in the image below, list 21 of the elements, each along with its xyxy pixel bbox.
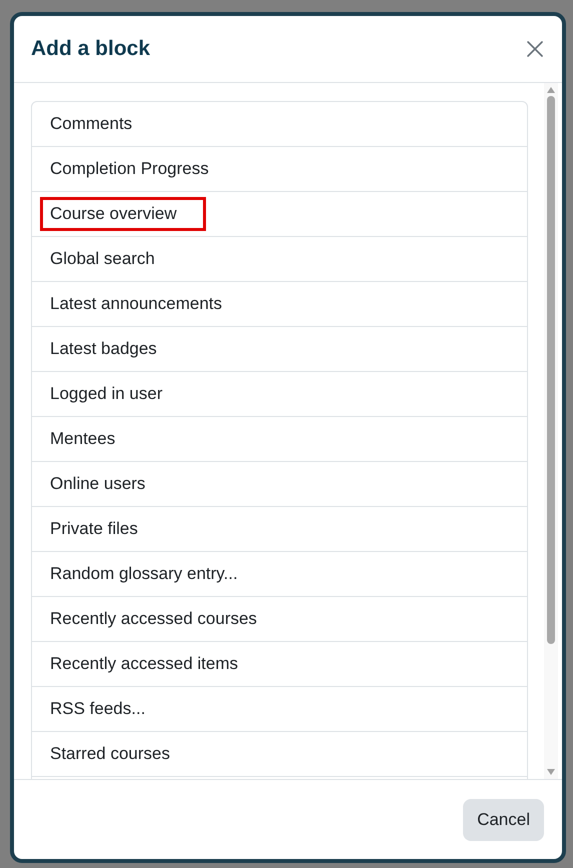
block-option[interactable]: Online users: [50, 471, 146, 497]
block-option[interactable]: Mentees: [50, 426, 116, 452]
block-option[interactable]: RSS feeds...: [50, 696, 146, 722]
block-option[interactable]: Recently accessed courses: [50, 606, 257, 632]
block-option[interactable]: Latest badges: [50, 336, 157, 362]
dialog-title: Add a block: [31, 36, 150, 62]
block-option[interactable]: Logged in user: [50, 381, 162, 407]
scrollbar[interactable]: [544, 83, 558, 779]
scroll-down-icon[interactable]: [547, 769, 555, 775]
block-option[interactable]: Completion Progress: [50, 156, 209, 182]
block-option[interactable]: Random glossary entry...: [50, 561, 238, 587]
block-option[interactable]: Course overview: [43, 200, 203, 228]
block-option[interactable]: Latest announcements: [50, 291, 222, 317]
scrollbar-thumb[interactable]: [547, 96, 555, 644]
block-option[interactable]: Private files: [50, 516, 138, 542]
scroll-up-icon[interactable]: [547, 87, 555, 93]
block-option[interactable]: Starred courses: [50, 741, 170, 767]
cancel-button[interactable]: Cancel: [463, 798, 544, 840]
block-option[interactable]: Recently accessed items: [50, 651, 238, 677]
block-option[interactable]: Global search: [50, 246, 155, 272]
block-option[interactable]: Comments: [50, 111, 132, 137]
